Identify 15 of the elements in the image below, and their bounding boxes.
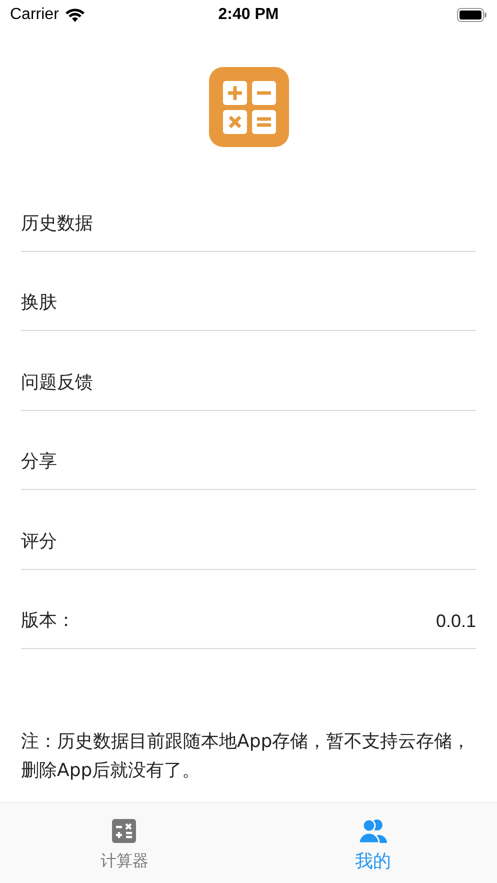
carrier-label: Carrier bbox=[10, 6, 59, 24]
calculator-icon bbox=[112, 819, 136, 843]
calculator-logo-icon bbox=[208, 67, 288, 147]
menu-item[interactable]: 历史数据 bbox=[21, 172, 476, 252]
menu-item[interactable]: 分享 bbox=[21, 410, 476, 490]
menu-item[interactable]: 问题反馈 bbox=[21, 331, 476, 410]
menu-item[interactable]: 评分 bbox=[21, 490, 476, 570]
menu-item[interactable]: 换肤 bbox=[21, 252, 476, 331]
status-time: 2:40 PM bbox=[218, 6, 279, 24]
battery-icon bbox=[457, 8, 487, 22]
people-icon bbox=[358, 819, 388, 843]
note-text: 注：历史数据目前跟随本地App存储，暂不支持云存储，删除App后就没有了。 bbox=[21, 730, 472, 783]
menu-item[interactable]: 版本： 0.0.1 bbox=[21, 570, 476, 649]
wifi-icon bbox=[64, 8, 85, 22]
tab[interactable]: 计算器 bbox=[0, 803, 248, 883]
